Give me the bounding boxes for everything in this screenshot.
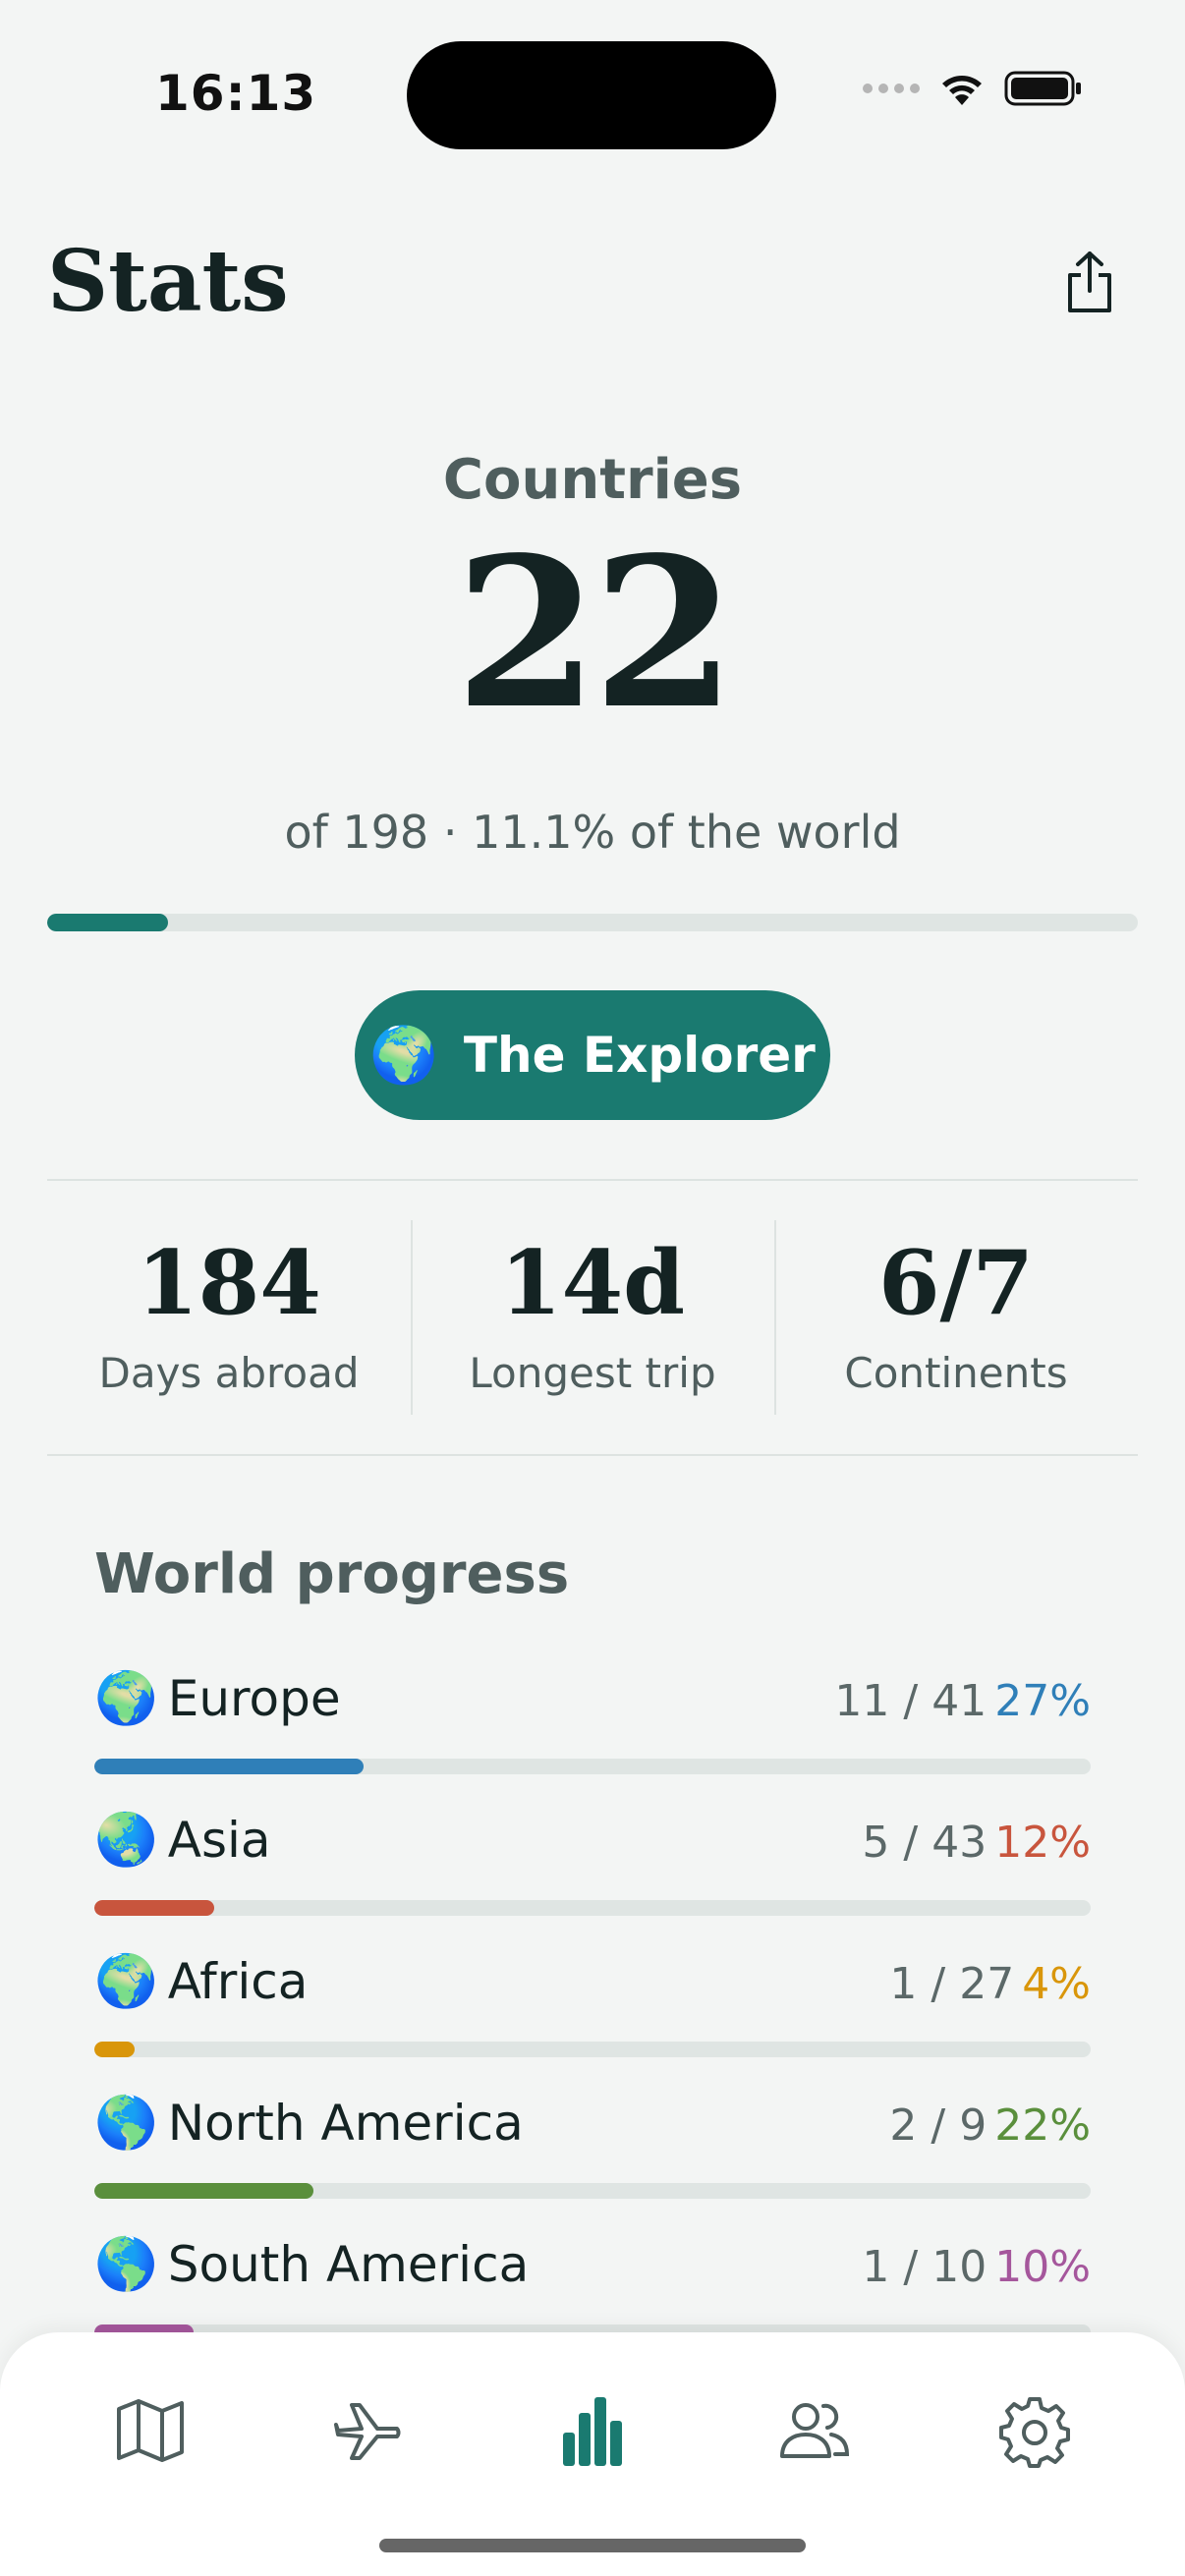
continent-progress-list: 🌍 Europe 11 / 41 27% 🌏 Asia 5 / 43 12% 🌍 Afri… xyxy=(94,1668,1091,2376)
tab-settings[interactable] xyxy=(976,2381,1094,2480)
continent-count: 2 / 9 xyxy=(889,2100,988,2151)
world-progress-bar xyxy=(47,914,1138,931)
continent-progress-bar xyxy=(94,1759,1091,1774)
globe-icon: 🌍 xyxy=(94,1669,158,1728)
tab-map[interactable] xyxy=(91,2381,209,2480)
continent-progress-fill xyxy=(94,1900,214,1916)
stat-label: Days abroad xyxy=(98,1348,360,1397)
share-button[interactable] xyxy=(1055,244,1124,322)
countries-subtitle: of 198 · 11.1% of the world xyxy=(284,806,901,859)
continent-percent: 27% xyxy=(994,1676,1091,1726)
dynamic-island xyxy=(407,41,776,149)
page-title: Stats xyxy=(47,232,289,331)
home-indicator xyxy=(379,2539,806,2552)
continent-name: Europe xyxy=(167,1669,341,1727)
airplane-icon xyxy=(333,2403,401,2460)
continent-name: Africa xyxy=(167,1952,309,2010)
stat-longest-trip: 14d Longest trip xyxy=(411,1181,774,1454)
tab-friends[interactable] xyxy=(755,2381,873,2480)
stat-continents: 6/7 Continents xyxy=(774,1181,1138,1454)
tab-stats[interactable] xyxy=(534,2381,651,2480)
globe-icon: 🌏 xyxy=(94,1811,158,1870)
continent-name: South America xyxy=(167,2235,530,2293)
globe-icon: 🌍 xyxy=(94,1952,158,2011)
continent-name: Asia xyxy=(167,1811,271,1869)
continent-count: 5 / 43 xyxy=(862,1818,988,1868)
continent-progress-bar xyxy=(94,1900,1091,1916)
wifi-icon xyxy=(942,76,982,105)
continent-count: 1 / 10 xyxy=(862,2242,988,2292)
bar-chart-icon xyxy=(562,2397,622,2466)
status-bar: 16:13 xyxy=(0,0,1185,196)
continent-row-north-america[interactable]: 🌎 North America 2 / 9 22% xyxy=(94,2093,1091,2234)
continent-count: 1 / 27 xyxy=(889,1959,1015,2009)
world-progress-fill xyxy=(47,914,169,931)
world-progress-title: World progress xyxy=(94,1542,570,1606)
status-time: 16:13 xyxy=(155,65,317,122)
countries-label: Countries xyxy=(442,448,743,512)
continent-percent: 12% xyxy=(994,1818,1091,1868)
share-icon xyxy=(1068,252,1111,312)
stat-days-abroad: 184 Days abroad xyxy=(47,1181,411,1454)
stat-value: 184 xyxy=(137,1230,321,1335)
tab-trips[interactable] xyxy=(312,2381,430,2480)
stats-summary: 184 Days abroad 14d Longest trip 6/7 Con… xyxy=(47,1179,1138,1456)
stat-label: Continents xyxy=(844,1348,1068,1397)
continent-progress-bar xyxy=(94,2183,1091,2199)
badge-label: The Explorer xyxy=(463,1027,816,1084)
globe-icon: 🌎 xyxy=(94,2094,158,2153)
gear-icon xyxy=(999,2397,1071,2468)
continent-percent: 22% xyxy=(994,2100,1091,2151)
map-icon xyxy=(116,2399,184,2462)
continent-percent: 10% xyxy=(994,2242,1091,2292)
explorer-badge[interactable]: 🌍 The Explorer xyxy=(355,990,830,1120)
continent-name: North America xyxy=(167,2094,524,2152)
continent-progress-bar xyxy=(94,2042,1091,2057)
globe-icon: 🌍 xyxy=(369,1024,438,1088)
people-icon xyxy=(780,2403,850,2458)
status-icons xyxy=(863,69,1083,108)
stat-label: Longest trip xyxy=(469,1348,716,1397)
globe-icon: 🌎 xyxy=(94,2235,158,2294)
continent-row-europe[interactable]: 🌍 Europe 11 / 41 27% xyxy=(94,1668,1091,1810)
continent-progress-fill xyxy=(94,2183,314,2199)
continent-row-africa[interactable]: 🌍 Africa 1 / 27 4% xyxy=(94,1951,1091,2093)
continent-percent: 4% xyxy=(1022,1959,1091,2009)
continent-count: 11 / 41 xyxy=(834,1676,988,1726)
battery-icon xyxy=(1004,71,1081,106)
continent-row-asia[interactable]: 🌏 Asia 5 / 43 12% xyxy=(94,1810,1091,1951)
continent-progress-fill xyxy=(94,2042,135,2057)
stat-value: 6/7 xyxy=(877,1230,1035,1335)
continent-progress-fill xyxy=(94,1759,364,1774)
cellular-signal-icon xyxy=(863,84,920,93)
countries-count: 22 xyxy=(454,512,736,755)
stat-value: 14d xyxy=(499,1230,686,1335)
